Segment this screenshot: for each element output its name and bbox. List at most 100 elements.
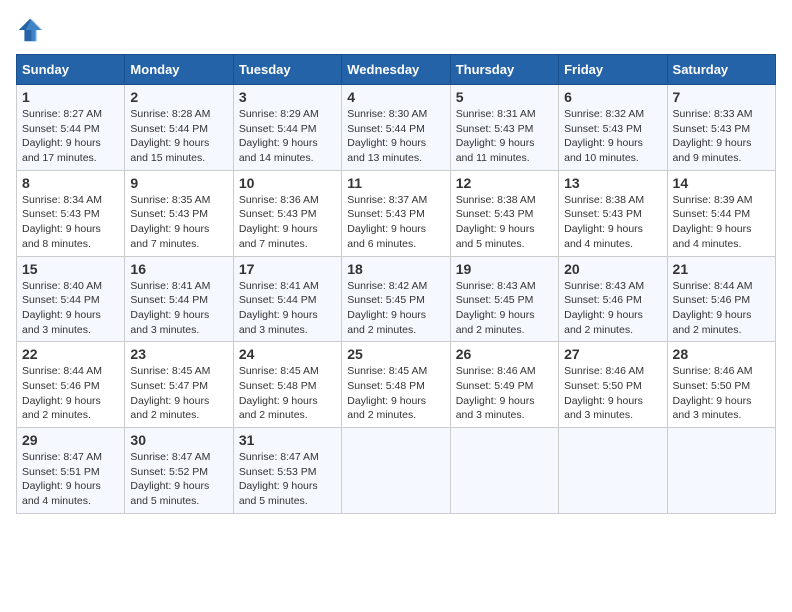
day-number: 9 [130,175,227,191]
calendar-week-row: 22 Sunrise: 8:44 AMSunset: 5:46 PMDayligh… [17,342,776,428]
calendar-cell: 13 Sunrise: 8:38 AMSunset: 5:43 PMDayligh… [559,170,667,256]
cell-content: Sunrise: 8:32 AMSunset: 5:43 PMDaylight:… [564,107,661,166]
calendar-cell: 2Sunrise: 8:28 AMSunset: 5:44 PMDaylight… [125,85,233,171]
calendar-cell: 12 Sunrise: 8:38 AMSunset: 5:43 PMDayligh… [450,170,558,256]
cell-content: Sunrise: 8:38 AMSunset: 5:43 PMDaylight:… [456,193,553,252]
cell-content: Sunrise: 8:34 AMSunset: 5:43 PMDaylight:… [22,193,119,252]
day-number: 11 [347,175,444,191]
calendar-cell: 9 Sunrise: 8:35 AMSunset: 5:43 PMDaylight… [125,170,233,256]
calendar-cell: 24 Sunrise: 8:45 AMSunset: 5:48 PMDayligh… [233,342,341,428]
calendar-cell: 22 Sunrise: 8:44 AMSunset: 5:46 PMDayligh… [17,342,125,428]
day-number: 25 [347,346,444,362]
column-header-friday: Friday [559,55,667,85]
cell-content: Sunrise: 8:46 AMSunset: 5:50 PMDaylight:… [564,364,661,423]
cell-content: Sunrise: 8:44 AMSunset: 5:46 PMDaylight:… [22,364,119,423]
cell-content: Sunrise: 8:36 AMSunset: 5:43 PMDaylight:… [239,193,336,252]
day-number: 5 [456,89,553,105]
column-header-wednesday: Wednesday [342,55,450,85]
day-number: 12 [456,175,553,191]
cell-content: Sunrise: 8:30 AMSunset: 5:44 PMDaylight:… [347,107,444,166]
cell-content: Sunrise: 8:47 AMSunset: 5:53 PMDaylight:… [239,450,336,509]
calendar-cell: 7 Sunrise: 8:33 AMSunset: 5:43 PMDaylight… [667,85,775,171]
day-number: 30 [130,432,227,448]
calendar-cell: 11 Sunrise: 8:37 AMSunset: 5:43 PMDayligh… [342,170,450,256]
calendar-cell [450,428,558,514]
calendar-header-row: SundayMondayTuesdayWednesdayThursdayFrid… [17,55,776,85]
day-number: 3 [239,89,336,105]
cell-content: Sunrise: 8:40 AMSunset: 5:44 PMDaylight:… [22,279,119,338]
cell-content: Sunrise: 8:42 AMSunset: 5:45 PMDaylight:… [347,279,444,338]
cell-content: Sunrise: 8:31 AMSunset: 5:43 PMDaylight:… [456,107,553,166]
day-number: 19 [456,261,553,277]
day-number: 7 [673,89,770,105]
day-number: 24 [239,346,336,362]
calendar-cell: 18 Sunrise: 8:42 AMSunset: 5:45 PMDayligh… [342,256,450,342]
calendar-cell: 14 Sunrise: 8:39 AMSunset: 5:44 PMDayligh… [667,170,775,256]
logo [16,16,48,44]
cell-content: Sunrise: 8:46 AMSunset: 5:50 PMDaylight:… [673,364,770,423]
day-number: 22 [22,346,119,362]
cell-content: Sunrise: 8:33 AMSunset: 5:43 PMDaylight:… [673,107,770,166]
day-number: 20 [564,261,661,277]
day-number: 28 [673,346,770,362]
cell-content: Sunrise: 8:38 AMSunset: 5:43 PMDaylight:… [564,193,661,252]
day-number: 29 [22,432,119,448]
cell-content: Sunrise: 8:39 AMSunset: 5:44 PMDaylight:… [673,193,770,252]
day-number: 1 [22,89,119,105]
cell-content: Sunrise: 8:47 AMSunset: 5:51 PMDaylight:… [22,450,119,509]
day-number: 26 [456,346,553,362]
calendar-cell: 17 Sunrise: 8:41 AMSunset: 5:44 PMDayligh… [233,256,341,342]
cell-content: Sunrise: 8:41 AMSunset: 5:44 PMDaylight:… [239,279,336,338]
calendar-cell: 8 Sunrise: 8:34 AMSunset: 5:43 PMDaylight… [17,170,125,256]
cell-content: Sunrise: 8:45 AMSunset: 5:48 PMDaylight:… [239,364,336,423]
cell-content: Sunrise: 8:28 AMSunset: 5:44 PMDaylight:… [130,107,227,166]
day-number: 18 [347,261,444,277]
cell-content: Sunrise: 8:37 AMSunset: 5:43 PMDaylight:… [347,193,444,252]
logo-icon [16,16,44,44]
day-number: 17 [239,261,336,277]
column-header-thursday: Thursday [450,55,558,85]
calendar-cell: 27Sunrise: 8:46 AMSunset: 5:50 PMDayligh… [559,342,667,428]
cell-content: Sunrise: 8:45 AMSunset: 5:48 PMDaylight:… [347,364,444,423]
calendar-cell [667,428,775,514]
day-number: 23 [130,346,227,362]
column-header-saturday: Saturday [667,55,775,85]
calendar-cell: 19 Sunrise: 8:43 AMSunset: 5:45 PMDayligh… [450,256,558,342]
calendar-table: SundayMondayTuesdayWednesdayThursdayFrid… [16,54,776,514]
page-header [16,16,776,44]
cell-content: Sunrise: 8:45 AMSunset: 5:47 PMDaylight:… [130,364,227,423]
calendar-cell: 4 Sunrise: 8:30 AMSunset: 5:44 PMDaylight… [342,85,450,171]
calendar-cell: 5 Sunrise: 8:31 AMSunset: 5:43 PMDaylight… [450,85,558,171]
calendar-cell: 21 Sunrise: 8:44 AMSunset: 5:46 PMDayligh… [667,256,775,342]
cell-content: Sunrise: 8:44 AMSunset: 5:46 PMDaylight:… [673,279,770,338]
day-number: 4 [347,89,444,105]
calendar-cell: 6 Sunrise: 8:32 AMSunset: 5:43 PMDaylight… [559,85,667,171]
day-number: 21 [673,261,770,277]
calendar-week-row: 29 Sunrise: 8:47 AMSunset: 5:51 PMDayligh… [17,428,776,514]
calendar-cell [342,428,450,514]
column-header-sunday: Sunday [17,55,125,85]
calendar-week-row: 8 Sunrise: 8:34 AMSunset: 5:43 PMDaylight… [17,170,776,256]
day-number: 13 [564,175,661,191]
calendar-cell: 15Sunrise: 8:40 AMSunset: 5:44 PMDayligh… [17,256,125,342]
calendar-cell: 25 Sunrise: 8:45 AMSunset: 5:48 PMDayligh… [342,342,450,428]
calendar-cell: 23 Sunrise: 8:45 AMSunset: 5:47 PMDayligh… [125,342,233,428]
calendar-cell: 20Sunrise: 8:43 AMSunset: 5:46 PMDayligh… [559,256,667,342]
day-number: 6 [564,89,661,105]
cell-content: Sunrise: 8:35 AMSunset: 5:43 PMDaylight:… [130,193,227,252]
calendar-cell: 16Sunrise: 8:41 AMSunset: 5:44 PMDayligh… [125,256,233,342]
calendar-week-row: 1 Sunrise: 8:27 AMSunset: 5:44 PMDaylight… [17,85,776,171]
day-number: 8 [22,175,119,191]
cell-content: Sunrise: 8:41 AMSunset: 5:44 PMDaylight:… [130,279,227,338]
cell-content: Sunrise: 8:43 AMSunset: 5:45 PMDaylight:… [456,279,553,338]
calendar-cell: 30 Sunrise: 8:47 AMSunset: 5:52 PMDayligh… [125,428,233,514]
cell-content: Sunrise: 8:27 AMSunset: 5:44 PMDaylight:… [22,107,119,166]
calendar-cell: 31 Sunrise: 8:47 AMSunset: 5:53 PMDayligh… [233,428,341,514]
column-header-monday: Monday [125,55,233,85]
day-number: 14 [673,175,770,191]
calendar-cell: 1 Sunrise: 8:27 AMSunset: 5:44 PMDaylight… [17,85,125,171]
cell-content: Sunrise: 8:47 AMSunset: 5:52 PMDaylight:… [130,450,227,509]
calendar-cell: 10Sunrise: 8:36 AMSunset: 5:43 PMDayligh… [233,170,341,256]
calendar-cell: 26Sunrise: 8:46 AMSunset: 5:49 PMDayligh… [450,342,558,428]
day-number: 31 [239,432,336,448]
